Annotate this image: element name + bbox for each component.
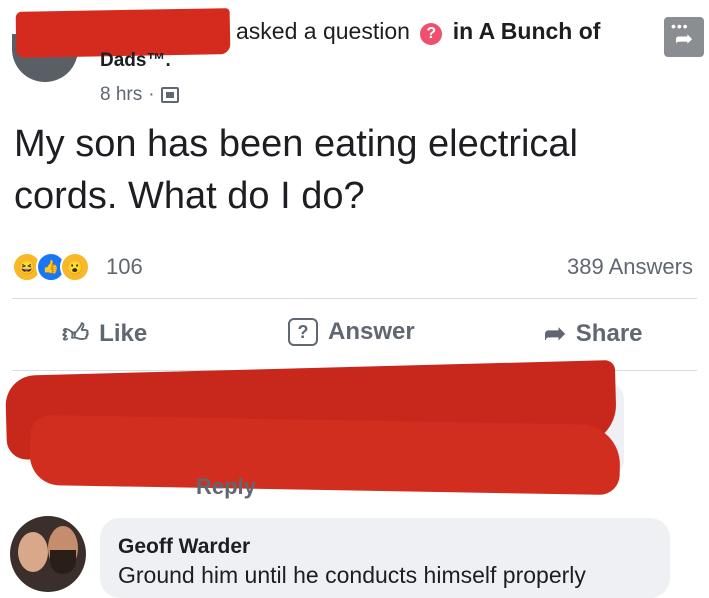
reaction-icons[interactable]: 😆 👍 😮 [12, 252, 90, 282]
commenter-avatar[interactable] [10, 516, 86, 592]
avatar-person-left [18, 532, 48, 572]
avatar-beard [50, 550, 76, 574]
group-name[interactable]: in A Bunch of [453, 18, 601, 44]
post-header-line: asked a question ? in A Bunch of [236, 18, 600, 45]
wow-reaction-icon: 😮 [60, 252, 90, 282]
question-text: My son has been eating electrical cords.… [14, 123, 578, 217]
answer-button[interactable]: ? Answer [288, 318, 415, 346]
more-options-icon[interactable]: ••• [671, 19, 689, 33]
answers-count[interactable]: 389 Answers [567, 254, 693, 280]
divider [12, 298, 697, 299]
share-arrow-button[interactable]: ••• ➦ [664, 17, 704, 57]
comment-author[interactable]: Geoff Warder [118, 535, 250, 559]
meta-separator: · [148, 84, 155, 105]
share-label: Share [575, 319, 643, 347]
reaction-count[interactable]: 106 [106, 254, 143, 280]
redaction-scribble [29, 414, 621, 496]
question-badge-icon: ? [420, 23, 443, 45]
answer-label: Answer [328, 318, 415, 345]
reply-link[interactable]: Reply [196, 474, 256, 500]
post-time[interactable]: 8 hrs [100, 84, 142, 106]
thumbs-up-icon: 👍︎ [62, 318, 90, 348]
group-name-continued[interactable]: Dads™. [100, 50, 171, 72]
post-meta: 8 hrs · [100, 84, 179, 106]
like-button[interactable]: 👍︎ Like [62, 318, 147, 349]
like-label: Like [99, 319, 148, 347]
group-privacy-icon [160, 87, 179, 103]
share-button[interactable]: ➦ Share [544, 318, 643, 349]
share-icon: ➦ [544, 318, 566, 348]
question-bubble-icon: ? [288, 318, 318, 346]
asked-question-text: asked a question [236, 18, 410, 44]
